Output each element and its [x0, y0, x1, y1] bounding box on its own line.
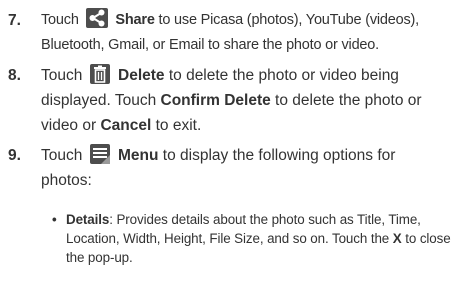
step-7: 7. Touch Share to use Picasa (photos), Y…	[0, 8, 471, 60]
menu-icon	[89, 143, 110, 164]
close-key-label: X	[392, 231, 402, 246]
step-7-desc: to use Picasa (photos), YouTube (videos)…	[154, 12, 420, 28]
step-7-action: Share	[115, 12, 155, 28]
step-9-desc-line2: photos:	[41, 172, 92, 189]
share-icon	[85, 8, 108, 29]
details-bullet: • Details: Provides details about the ph…	[52, 210, 462, 272]
step-9-action: Menu	[118, 147, 159, 164]
step-number: 7.	[8, 12, 21, 29]
step-9: 9. Touch Menu to display the following o…	[0, 143, 471, 195]
step-text: Touch Share to use Picasa (photos), YouT…	[41, 8, 471, 58]
step-text: Touch Delete to delete the photo or vide…	[41, 63, 471, 138]
details-term: Details	[66, 212, 110, 227]
step-text: Touch Menu to display the following opti…	[41, 143, 471, 193]
step-8-desc: to delete the photo or video being	[164, 67, 399, 84]
details-desc-line3: the pop-up.	[66, 250, 133, 265]
bullet-text: Details: Provides details about the phot…	[66, 210, 462, 267]
details-desc-line2b: to close	[401, 231, 451, 246]
step-number: 9.	[8, 147, 21, 164]
step-9-desc: to display the following options for	[158, 147, 396, 164]
details-desc-line1: : Provides details about the photo such …	[109, 212, 421, 227]
details-desc-line2: Location, Width, Height, File Size, and …	[66, 231, 393, 246]
step-8-action: Delete	[118, 67, 165, 84]
step-7-desc-line2: Bluetooth, Gmail, or Email to share the …	[41, 37, 379, 53]
trash-icon	[89, 63, 110, 84]
step-7-touch: Touch	[41, 12, 79, 28]
cancel-label: Cancel	[100, 117, 152, 134]
step-9-touch: Touch	[41, 147, 83, 164]
confirm-delete-label: Confirm Delete	[160, 92, 271, 109]
step-8: 8. Touch Delete to delete the photo or v…	[0, 63, 471, 141]
step-8-desc-line3b: to exit.	[151, 117, 202, 134]
step-8-touch: Touch	[41, 67, 83, 84]
step-8-desc-line2b: to delete the photo or	[270, 92, 422, 109]
manual-page: 7. Touch Share to use Picasa (photos), Y…	[0, 0, 471, 299]
step-8-desc-line3: video or	[41, 117, 101, 134]
bullet-dot: •	[52, 212, 57, 227]
step-number: 8.	[8, 67, 21, 84]
step-8-desc-line2: displayed. Touch	[41, 92, 161, 109]
